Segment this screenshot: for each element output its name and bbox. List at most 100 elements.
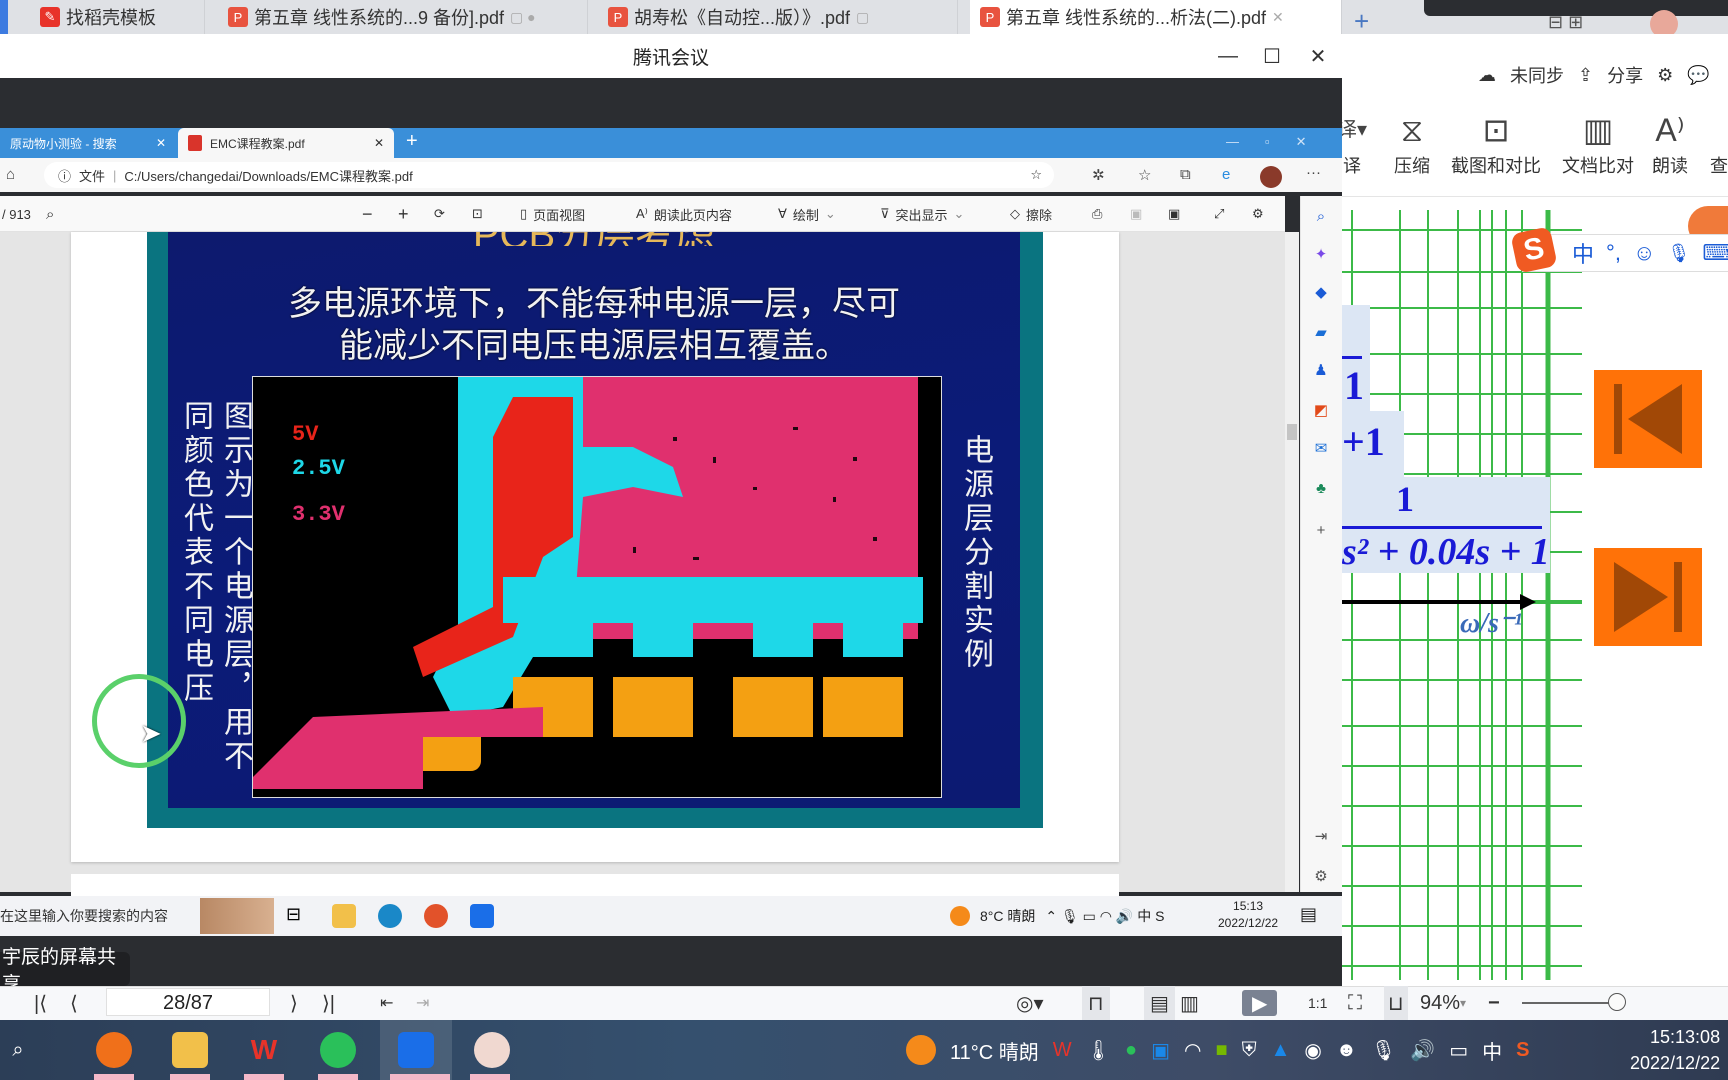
battery-icon[interactable]: ▭ <box>1449 1038 1468 1063</box>
draw-button[interactable]: ∀ 绘制 ⌄ <box>778 196 836 232</box>
wps-tab-docer[interactable]: ✎ 找稻壳模板 <box>30 0 205 34</box>
edge-taskbar-icon[interactable] <box>378 904 402 928</box>
scrollbar[interactable] <box>1285 232 1299 892</box>
scrollbar-thumb[interactable] <box>1287 424 1297 440</box>
ime-indicator[interactable]: 中 <box>1482 1036 1502 1065</box>
minimize-button[interactable]: — <box>1206 34 1250 78</box>
wps-tab-pdf-hushousong[interactable]: P 胡寿松《自动控...版）》.pdf ▢ <box>598 0 958 34</box>
mic-icon[interactable]: 🎙 <box>1371 1038 1396 1063</box>
powerpoint-icon[interactable] <box>424 904 448 928</box>
snipping-tool-icon[interactable] <box>474 1032 510 1068</box>
highlight-button[interactable]: ⊽ 突出显示 ⌄ <box>880 196 964 232</box>
tools-icon[interactable]: ▰ <box>1311 322 1331 342</box>
games-icon[interactable]: ♟ <box>1311 360 1331 380</box>
profile-avatar[interactable] <box>1260 166 1282 188</box>
favorites-icon[interactable]: ☆ <box>1138 166 1151 184</box>
edge-icon[interactable]: e <box>1222 166 1230 183</box>
sidebar-collapse-icon[interactable]: ⇥ <box>1311 826 1331 846</box>
tool-search[interactable]: 查 <box>1704 108 1728 178</box>
shopping-tag-icon[interactable]: ◆ <box>1311 282 1331 302</box>
double-page-icon[interactable]: ▥ <box>1180 986 1199 1020</box>
nvidia-icon[interactable]: ■ <box>1216 1039 1228 1062</box>
mic-icon[interactable]: 🎙 <box>1667 243 1690 264</box>
maximize-button[interactable]: ☐ <box>1250 34 1294 78</box>
fit-page-icon[interactable]: ⛶ <box>1348 986 1362 1020</box>
prev-slide-button[interactable] <box>1594 370 1702 468</box>
zoom-out-button[interactable]: − <box>362 196 373 232</box>
zoom-slider-knob[interactable] <box>1608 993 1626 1011</box>
share-button[interactable]: 分享 <box>1607 62 1643 88</box>
ime-punct-toggle[interactable]: °, <box>1606 240 1621 266</box>
security-icon[interactable]: ⛨ <box>1242 1039 1257 1062</box>
single-page-icon[interactable]: ▤ <box>1144 986 1175 1020</box>
new-tab-button[interactable]: + <box>406 130 418 153</box>
gear-icon[interactable]: ⚙ <box>1657 65 1673 86</box>
volume-icon[interactable]: 🔊 <box>1410 1038 1435 1063</box>
first-page-button[interactable]: |⟨ <box>34 986 47 1020</box>
shared-clock[interactable]: 15:13 2022/12/22 <box>1218 898 1278 932</box>
wps-tray-icon[interactable]: W <box>1053 1039 1072 1062</box>
fullscreen-icon[interactable]: ⤢ <box>1214 196 1224 232</box>
file-explorer-icon[interactable] <box>332 904 356 928</box>
prev-page-button[interactable]: ⟨ <box>70 986 78 1020</box>
actual-size-icon[interactable]: 1:1 <box>1308 986 1327 1020</box>
wps-tab-pdf-backup[interactable]: P 第五章 线性系统的...9 备份].pdf ▢ ● <box>218 0 588 34</box>
tab-close-icon[interactable]: ✕ <box>1272 9 1284 26</box>
thermometer-icon[interactable]: 🌡 <box>1086 1038 1111 1063</box>
layout-icon[interactable]: ⊟ ⊞ <box>1548 12 1583 33</box>
outlook-icon[interactable]: ✉ <box>1311 438 1331 458</box>
search-icon[interactable]: ⌕ <box>0 1032 36 1068</box>
close-button[interactable]: ✕ <box>1296 34 1340 78</box>
firefox-icon[interactable] <box>96 1032 132 1068</box>
steam-icon[interactable]: ◉ <box>1304 1038 1321 1063</box>
weather-text[interactable]: 8°C 晴朗 <box>980 906 1035 926</box>
home-icon[interactable]: ⌂ <box>6 166 15 183</box>
keyboard-icon[interactable]: ⌨ <box>1702 240 1728 266</box>
wps-new-tab-button[interactable]: + <box>1354 6 1369 37</box>
forward-button[interactable]: ⇥ <box>416 986 429 1020</box>
url-field[interactable]: ⓘ 文件 | C:/Users/changedai/Downloads/EMC课… <box>44 162 1054 188</box>
page-view-button[interactable]: ▯ 页面视图 <box>520 196 585 232</box>
weather-text[interactable]: 11°C 晴朗 <box>950 1036 1039 1065</box>
back-button[interactable]: ⇤ <box>380 986 393 1020</box>
ime-lang-toggle[interactable]: 中 <box>1572 237 1594 269</box>
tencent-meeting-icon[interactable] <box>398 1032 434 1068</box>
office-icon[interactable]: ◩ <box>1311 400 1331 420</box>
meeting-tray-icon[interactable]: ▲ <box>1271 1039 1291 1062</box>
file-explorer-icon[interactable] <box>172 1032 208 1068</box>
settings-icon[interactable]: ⚙ <box>1252 196 1264 232</box>
eye-protect-icon[interactable]: ◎▾ <box>1016 986 1044 1020</box>
video-icon[interactable]: ▣ <box>1151 1038 1170 1063</box>
next-slide-button[interactable] <box>1594 548 1702 646</box>
continuous-view-icon[interactable]: ⊓ <box>1082 986 1110 1020</box>
edge-window-controls[interactable]: —▫✕ <box>1226 134 1333 150</box>
tencent-meeting-icon[interactable] <box>470 904 494 928</box>
search-icon[interactable]: ⌕ <box>1311 206 1331 226</box>
sync-status[interactable]: 未同步 <box>1510 62 1564 88</box>
tool-doc-compare[interactable]: ▥ 文档比对 <box>1556 108 1640 178</box>
copilot-icon[interactable]: ✦ <box>1311 244 1331 264</box>
print-icon[interactable]: ⎙ <box>1092 196 1102 232</box>
search-icon[interactable]: ⌕ <box>46 196 54 232</box>
tree-icon[interactable]: ♣ <box>1311 478 1331 498</box>
zoom-out-button[interactable]: − <box>1488 986 1500 1020</box>
next-page-button[interactable]: ⟩ <box>290 986 298 1020</box>
read-aloud-button[interactable]: A⁾ 朗读此页内容 <box>636 196 732 232</box>
shared-search-box[interactable]: 在这里输入你要搜索的内容 <box>0 896 195 936</box>
erase-button[interactable]: ◇ 擦除 <box>1010 196 1052 232</box>
sogou-tray-icon[interactable]: S <box>1516 1039 1529 1062</box>
more-icon[interactable]: ··· <box>1306 164 1321 181</box>
settings-icon[interactable]: ⚙ <box>1311 866 1331 886</box>
rotate-icon[interactable]: ⟳ <box>434 196 445 232</box>
add-icon[interactable]: + <box>1311 520 1331 540</box>
edge-tab-search[interactable]: 原动物小测验 - 搜索 ✕ <box>0 128 176 158</box>
tray-icons[interactable]: ⌃ 🎙 ▭ ◠ 🔊 中 S <box>1045 906 1164 926</box>
tab-close-icon[interactable]: ✕ <box>156 136 166 150</box>
wechat-icon[interactable] <box>320 1032 356 1068</box>
task-view-icon[interactable]: ⊟ <box>286 904 310 928</box>
notification-icon[interactable]: ▤ <box>1300 904 1317 925</box>
zoom-in-button[interactable]: + <box>398 196 409 232</box>
tool-screenshot-compare[interactable]: ⊡ 截图和对比 <box>1446 108 1546 178</box>
comment-icon[interactable]: 💬 <box>1687 65 1709 86</box>
wps-icon[interactable]: W <box>246 1032 282 1068</box>
